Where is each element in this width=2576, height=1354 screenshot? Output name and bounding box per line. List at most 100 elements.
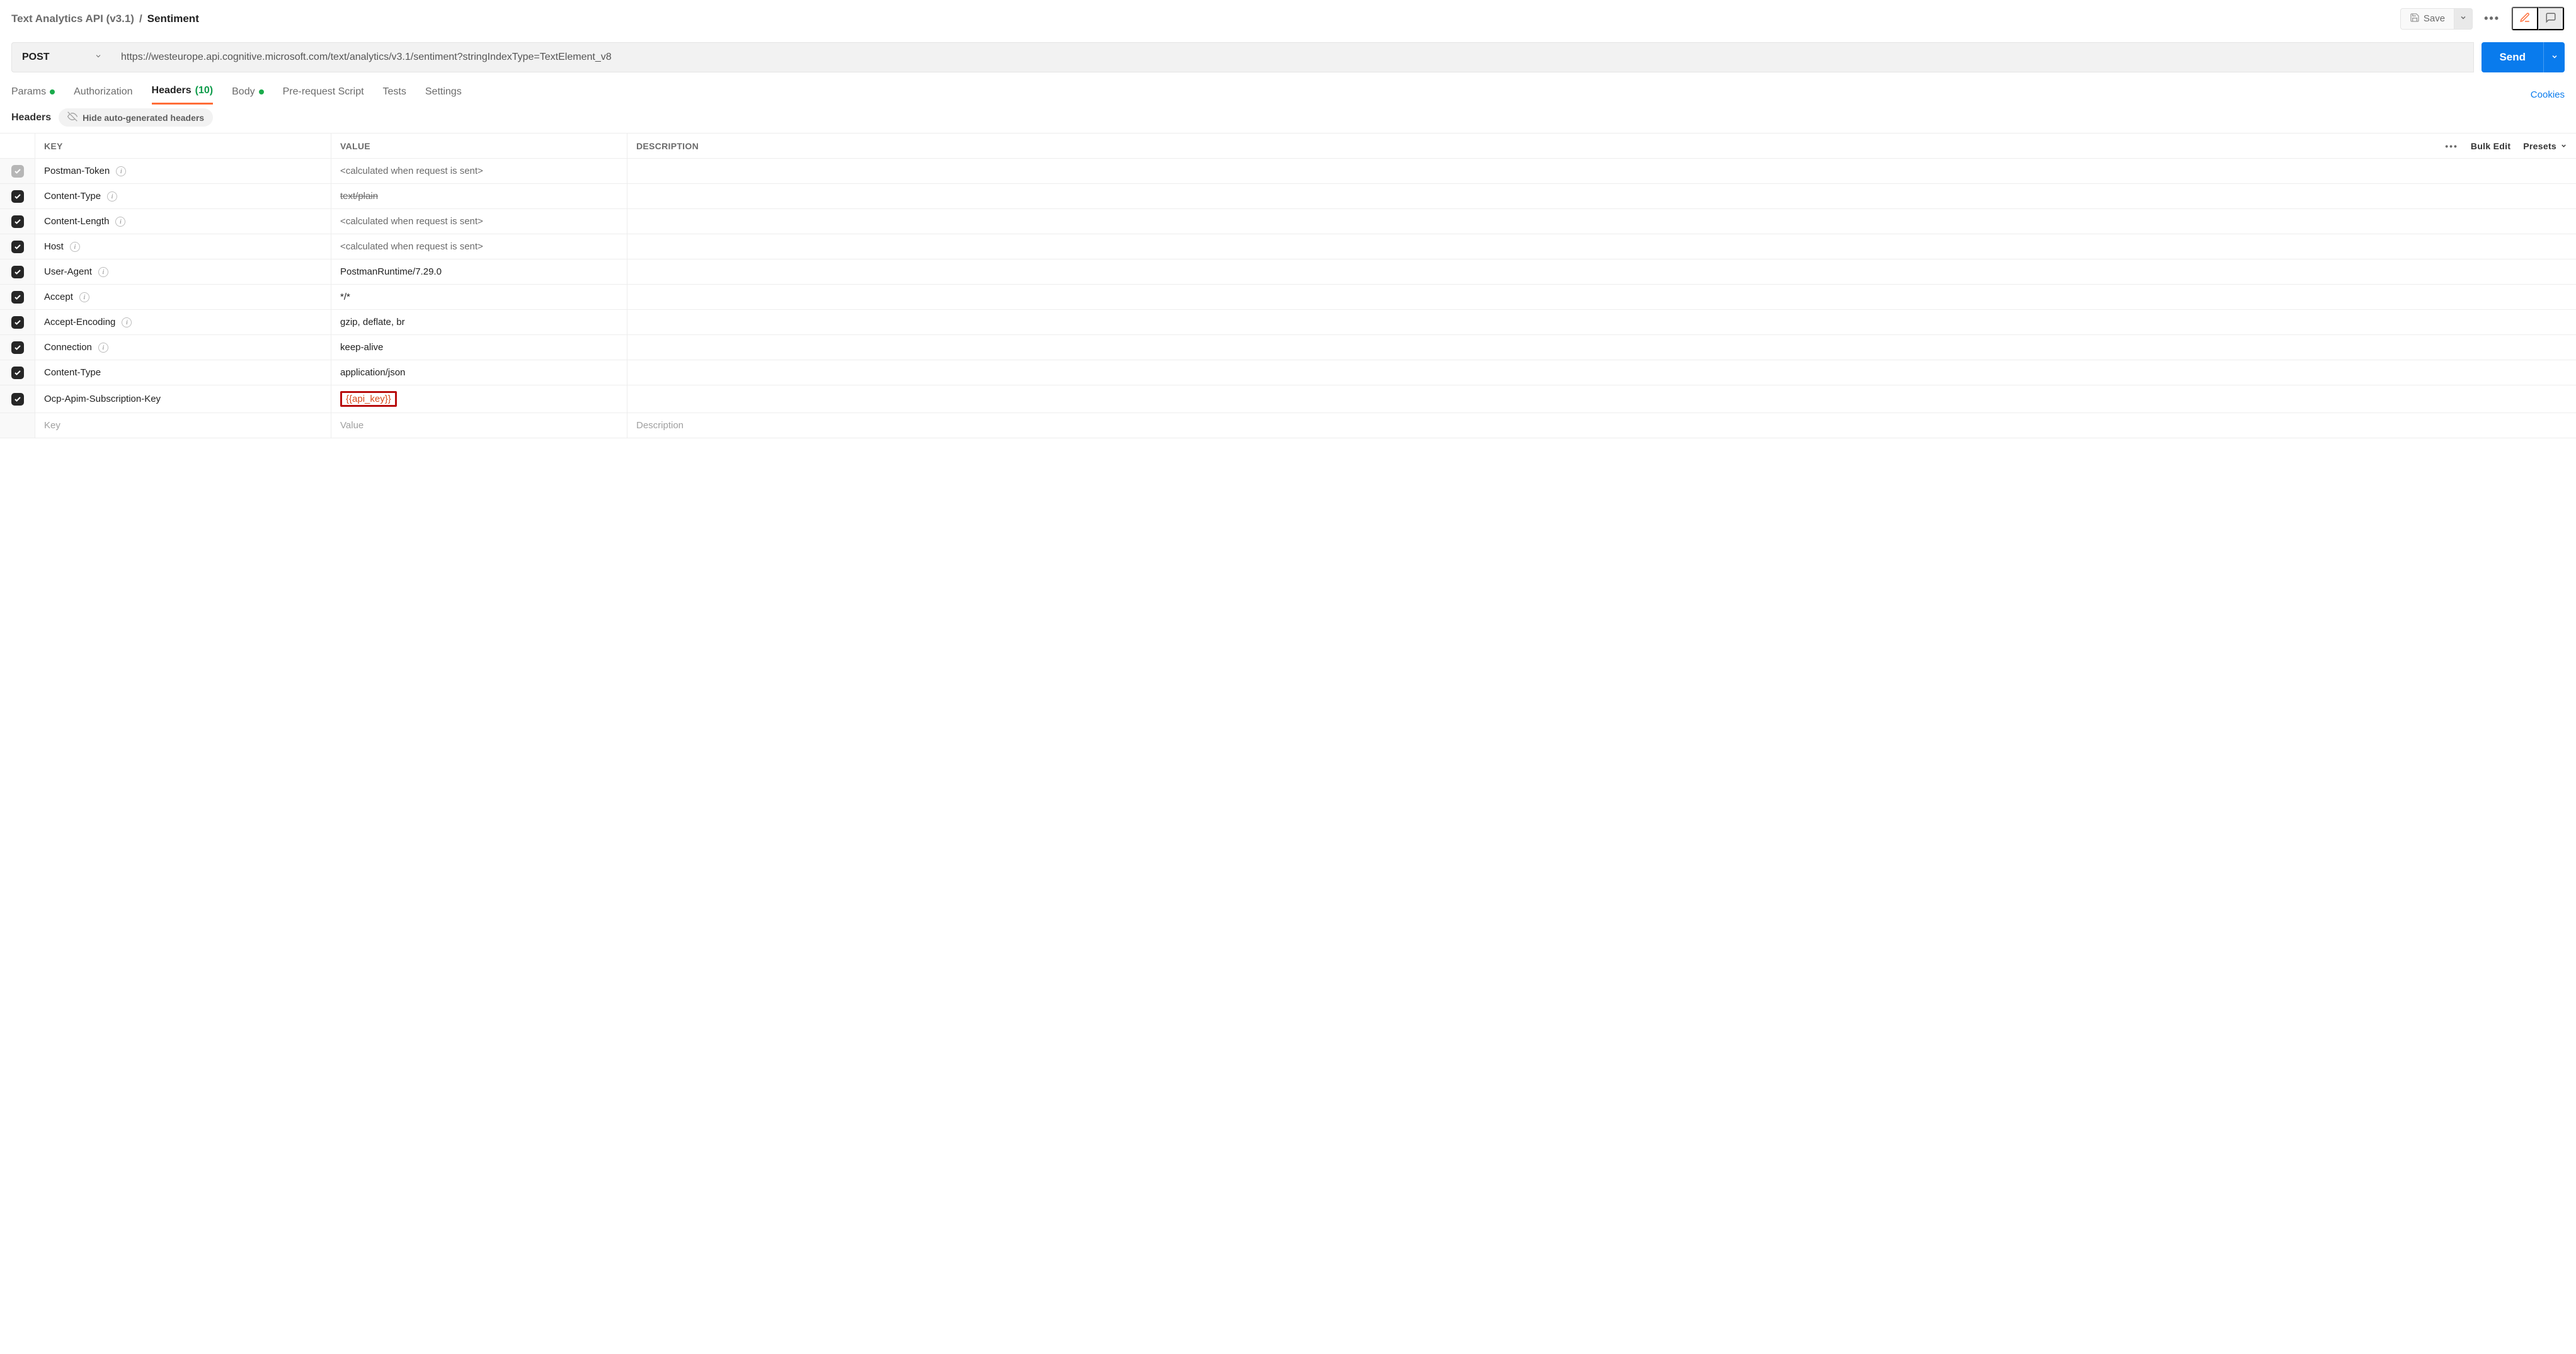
header-checkbox[interactable]: [11, 341, 24, 354]
breadcrumb-parent[interactable]: Text Analytics API (v3.1): [11, 13, 134, 25]
info-icon[interactable]: i: [70, 242, 80, 252]
header-key-cell[interactable]: User-Agent i: [35, 259, 331, 284]
header-description-cell[interactable]: [627, 385, 2412, 412]
tab-settings[interactable]: Settings: [425, 85, 462, 105]
header-checkbox[interactable]: [11, 367, 24, 379]
header-key: Content-Length: [44, 216, 109, 227]
info-icon[interactable]: i: [115, 217, 125, 227]
header-checkbox[interactable]: [11, 241, 24, 253]
breadcrumb-current: Sentiment: [147, 13, 199, 25]
edit-button[interactable]: [2512, 7, 2538, 30]
header-description-cell[interactable]: [627, 310, 2412, 334]
tab-prerequest[interactable]: Pre-request Script: [283, 85, 364, 105]
header-key: Accept: [44, 292, 73, 302]
new-header-value-input[interactable]: [340, 420, 618, 431]
header-key: Host: [44, 241, 64, 252]
header-description-cell[interactable]: [627, 184, 2412, 208]
chevron-down-icon: [2551, 53, 2558, 62]
header-description-cell[interactable]: [627, 335, 2412, 360]
info-icon[interactable]: i: [122, 317, 132, 327]
info-icon[interactable]: i: [98, 343, 108, 353]
headers-count: (10): [195, 85, 213, 96]
save-icon: [2410, 13, 2420, 25]
chevron-down-icon: [94, 52, 102, 63]
table-row: Connectionikeep-alive: [0, 335, 2576, 360]
header-value-cell[interactable]: application/json: [331, 360, 627, 385]
comment-icon: [2545, 12, 2556, 25]
tab-label: Body: [232, 86, 255, 98]
send-dropdown[interactable]: [2543, 42, 2565, 72]
tab-label: Pre-request Script: [283, 86, 364, 98]
info-icon[interactable]: i: [79, 292, 89, 302]
header-key-cell[interactable]: Ocp-Apim-Subscription-Key: [35, 385, 331, 412]
presets-button[interactable]: Presets: [2523, 141, 2567, 151]
header-key-cell[interactable]: Accept-Encodingi: [35, 310, 331, 334]
header-value-cell[interactable]: gzip, deflate, br: [331, 310, 627, 334]
send-button[interactable]: Send: [2482, 42, 2543, 72]
header-checkbox[interactable]: [11, 215, 24, 228]
hide-auto-headers-button[interactable]: Hide auto-generated headers: [59, 108, 213, 127]
header-value-cell[interactable]: keep-alive: [331, 335, 627, 360]
table-row: User-Agent i PostmanRuntime/7.29.0: [0, 259, 2576, 285]
info-icon[interactable]: i: [116, 166, 126, 176]
header-checkbox[interactable]: [11, 190, 24, 203]
header-checkbox[interactable]: [11, 266, 24, 278]
header-checkbox[interactable]: [11, 393, 24, 406]
info-icon[interactable]: i: [98, 267, 108, 277]
cookies-link[interactable]: Cookies: [2531, 89, 2565, 100]
more-actions-button[interactable]: •••: [2479, 8, 2505, 29]
tab-label: Tests: [383, 86, 406, 98]
header-checkbox[interactable]: [11, 291, 24, 304]
header-description-cell[interactable]: [627, 360, 2412, 385]
new-header-description-input[interactable]: [636, 420, 2403, 431]
header-description-cell[interactable]: [627, 234, 2412, 259]
header-value-cell[interactable]: text/plain: [331, 184, 627, 208]
tab-headers[interactable]: Headers (10): [152, 85, 214, 105]
header-key-cell[interactable]: Content-Type: [35, 360, 331, 385]
tab-tests[interactable]: Tests: [383, 85, 406, 105]
tab-authorization[interactable]: Authorization: [74, 85, 132, 105]
header-description-cell[interactable]: [627, 209, 2412, 234]
header-value-cell[interactable]: <calculated when request is sent>: [331, 209, 627, 234]
header-description-cell[interactable]: [627, 159, 2412, 183]
header-key: Content-Type: [44, 191, 101, 202]
save-dropdown[interactable]: [2454, 8, 2473, 30]
tab-label: Authorization: [74, 86, 132, 98]
header-key: User-Agent: [44, 266, 92, 277]
header-checkbox[interactable]: [11, 316, 24, 329]
http-method-select[interactable]: POST: [11, 42, 112, 72]
header-value-cell[interactable]: PostmanRuntime/7.29.0: [331, 259, 627, 284]
info-icon[interactable]: i: [107, 191, 117, 202]
header-value-cell[interactable]: <calculated when request is sent>: [331, 234, 627, 259]
header-value: <calculated when request is sent>: [340, 241, 483, 252]
table-more-button[interactable]: •••: [2445, 141, 2458, 151]
header-description-cell[interactable]: [627, 285, 2412, 309]
chevron-down-icon: [2560, 141, 2567, 151]
tab-params[interactable]: Params: [11, 85, 55, 105]
header-description-cell[interactable]: [627, 259, 2412, 284]
header-value-cell[interactable]: */*: [331, 285, 627, 309]
header-value: text/plain: [340, 191, 378, 202]
status-dot-icon: [50, 89, 55, 94]
header-key-cell[interactable]: Postman-Tokeni: [35, 159, 331, 183]
tab-body[interactable]: Body: [232, 85, 263, 105]
tab-label: Headers: [152, 85, 192, 96]
column-header-value: VALUE: [331, 134, 627, 158]
header-value-cell[interactable]: <calculated when request is sent>: [331, 159, 627, 183]
column-header-description: DESCRIPTION: [627, 134, 2412, 158]
header-key-cell[interactable]: Content-Type i: [35, 184, 331, 208]
header-value: <calculated when request is sent>: [340, 216, 483, 227]
request-url-input[interactable]: [112, 42, 2474, 72]
header-key-cell[interactable]: Connectioni: [35, 335, 331, 360]
header-key-cell[interactable]: Hosti: [35, 234, 331, 259]
tab-label: Params: [11, 86, 46, 98]
comment-button[interactable]: [2538, 7, 2564, 30]
header-key-cell[interactable]: Accepti: [35, 285, 331, 309]
save-button[interactable]: Save: [2400, 8, 2454, 30]
header-key-cell[interactable]: Content-Length i: [35, 209, 331, 234]
pencil-icon: [2519, 12, 2531, 25]
table-row: Content-Typeapplication/json: [0, 360, 2576, 385]
header-value-cell[interactable]: {{api_key}}: [331, 385, 627, 412]
new-header-key-input[interactable]: [44, 420, 322, 431]
bulk-edit-button[interactable]: Bulk Edit: [2471, 141, 2510, 151]
